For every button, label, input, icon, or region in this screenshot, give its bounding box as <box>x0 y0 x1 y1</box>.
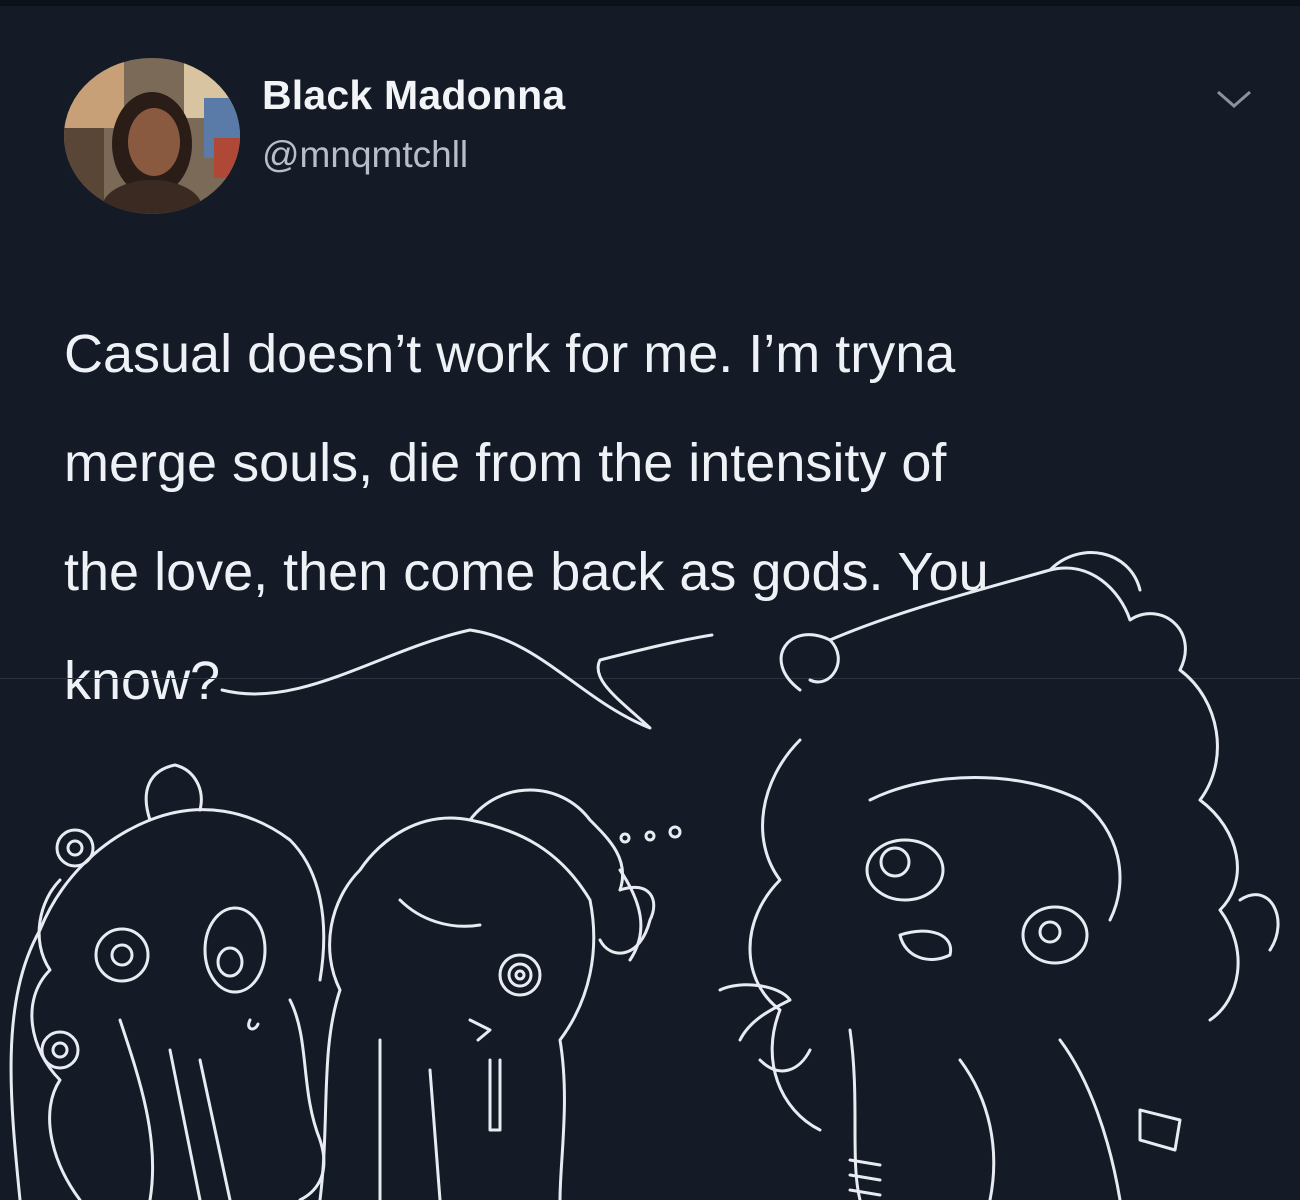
tweet-text: Casual doesn’t work for me. I’m tryna me… <box>64 324 989 711</box>
avatar[interactable] <box>64 58 240 214</box>
author-handle[interactable]: @mnqmtchll <box>262 134 468 176</box>
chevron-down-icon[interactable] <box>1212 84 1256 114</box>
left-character-sketch <box>9 763 326 1200</box>
avatar-photo <box>64 58 240 214</box>
middle-character-sketch <box>318 788 682 1200</box>
divider <box>0 678 1300 679</box>
tweet-header: Black Madonna @mnqmtchll <box>64 58 1264 218</box>
author-name[interactable]: Black Madonna <box>262 72 565 119</box>
screenshot-page: Black Madonna @mnqmtchll Casual doesn’t … <box>0 0 1300 1200</box>
top-edge <box>0 0 1300 6</box>
